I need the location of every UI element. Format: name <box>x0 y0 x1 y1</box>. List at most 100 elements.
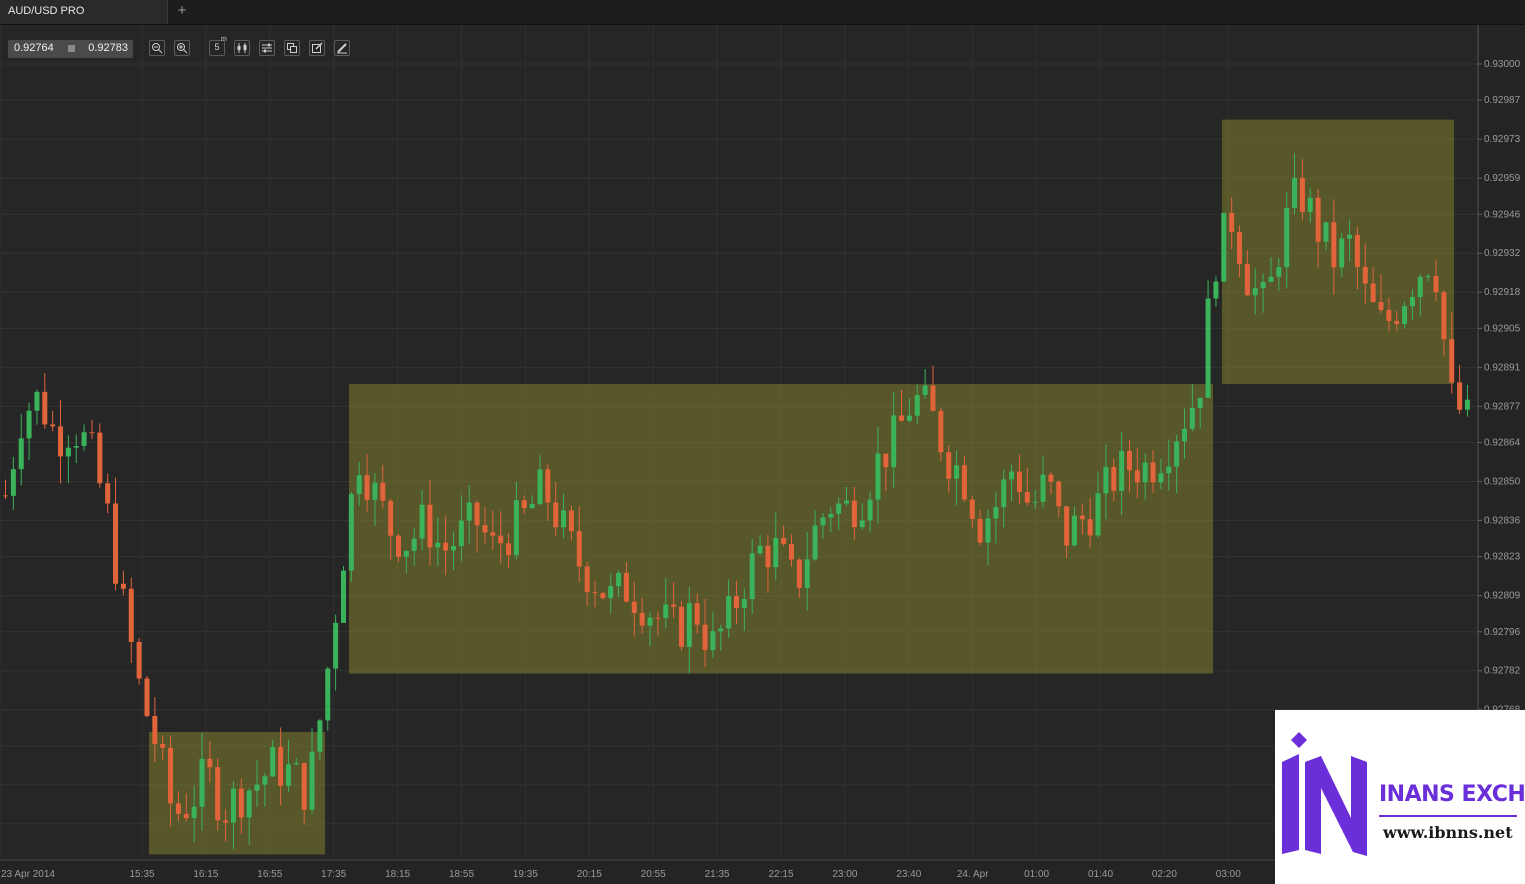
candle-down <box>1064 506 1070 546</box>
timeframe-button[interactable]: 5 m <box>209 36 227 56</box>
candle-up <box>710 631 716 651</box>
candle-up <box>1032 501 1038 503</box>
candle-up <box>749 553 755 600</box>
candle-up <box>1417 276 1423 298</box>
candle-up <box>340 570 346 623</box>
x-tick-label: 17:35 <box>321 869 346 880</box>
candle-down <box>1331 222 1337 268</box>
x-tick-label: 01:40 <box>1088 869 1113 880</box>
x-tick-label: 19:35 <box>513 869 538 880</box>
timeframe-unit: m <box>221 36 227 43</box>
candle-down <box>1441 292 1447 340</box>
watermark-logo: INANS EXCHANGE www.ibnns.net <box>1275 710 1525 884</box>
candle-up <box>1268 276 1274 282</box>
candle-down <box>97 432 103 484</box>
y-tick-label: 0.92823 <box>1484 552 1521 563</box>
candle-up <box>1197 397 1203 408</box>
candle-down <box>733 596 739 608</box>
candle-up <box>812 525 818 560</box>
y-tick-label: 0.92987 <box>1484 95 1521 106</box>
candle-up <box>199 758 205 807</box>
chart-type-button[interactable] <box>234 40 250 56</box>
candle-up <box>81 432 87 447</box>
indicators-button[interactable] <box>259 40 275 56</box>
x-tick-label: 18:15 <box>385 869 410 880</box>
candle-down <box>938 410 944 453</box>
candle-down <box>50 424 56 427</box>
candle-up <box>10 469 16 496</box>
y-tick-label: 0.93000 <box>1484 59 1521 70</box>
candle-up <box>1040 474 1046 502</box>
zoom-out-icon <box>152 43 163 54</box>
y-tick-label: 0.92891 <box>1484 362 1521 373</box>
candle-down <box>1378 301 1384 310</box>
candle-up <box>26 410 32 439</box>
candle-down <box>671 604 677 607</box>
candle-down <box>160 743 166 748</box>
x-tick-label: 23 Apr 2014 <box>1 869 55 880</box>
x-tick-label: 15:35 <box>129 869 154 880</box>
candle-up <box>1103 466 1109 494</box>
candle-down <box>1354 234 1360 267</box>
candle-down <box>175 803 181 814</box>
candle-down <box>1056 481 1062 507</box>
indicators-icon <box>262 43 272 53</box>
candle-up <box>356 475 362 495</box>
logo-divider <box>1379 815 1517 817</box>
candle-down <box>576 531 582 567</box>
add-tab-button[interactable]: + <box>172 0 192 24</box>
zoom-in-button[interactable] <box>174 40 190 56</box>
candle-down <box>1126 450 1132 471</box>
x-tick-label: 16:15 <box>193 869 218 880</box>
candle-down <box>238 788 244 818</box>
duplicate-button[interactable] <box>284 40 300 56</box>
candle-up <box>1182 428 1187 442</box>
y-tick-label: 0.92946 <box>1484 209 1521 220</box>
candle-down <box>120 583 126 589</box>
candle-up <box>285 764 291 786</box>
candle-up <box>875 453 881 500</box>
candle-up <box>262 776 268 785</box>
candle-down <box>1299 177 1305 212</box>
candle-down <box>796 559 802 588</box>
spread-marker-icon <box>68 45 75 52</box>
timeframe-label: 5 <box>214 42 220 52</box>
y-tick-label: 0.92836 <box>1484 515 1521 526</box>
candle-down <box>1134 470 1140 483</box>
candle-down <box>678 606 684 647</box>
candle-up <box>663 604 669 619</box>
candle-down <box>1433 276 1439 293</box>
candle-down <box>883 453 889 468</box>
candle-up <box>1095 493 1101 536</box>
candle-down <box>427 504 433 548</box>
candle-down <box>278 747 284 786</box>
candle-down <box>207 758 213 768</box>
candle-up <box>891 415 897 468</box>
candle-down <box>223 820 229 823</box>
candle-up <box>403 550 409 557</box>
candle-down <box>568 510 574 532</box>
candle-down <box>969 499 975 519</box>
zoom-out-button[interactable] <box>149 40 165 56</box>
candle-down <box>545 469 551 503</box>
candle-up <box>828 513 834 518</box>
candle-down <box>789 543 794 560</box>
candle-up <box>985 518 991 543</box>
candle-up <box>1158 473 1164 483</box>
draw-button[interactable] <box>334 40 350 56</box>
candle-down <box>1150 462 1156 483</box>
candle-down <box>301 763 307 810</box>
candle-down <box>1394 320 1400 324</box>
duplicate-icon <box>287 43 297 53</box>
chart-type-icon <box>237 43 247 53</box>
candle-down <box>930 385 936 411</box>
candle-up <box>246 790 252 818</box>
x-tick-label: 22:15 <box>768 869 793 880</box>
candle-down <box>105 483 111 504</box>
edit-button[interactable] <box>309 40 325 56</box>
candle-up <box>1284 207 1290 268</box>
price-quote: 0.92764 0.92783 <box>8 40 133 58</box>
ask-price: 0.92783 <box>88 42 128 54</box>
candle-up <box>435 542 441 548</box>
tab-aud-usd[interactable]: AUD/USD PRO <box>0 0 168 24</box>
